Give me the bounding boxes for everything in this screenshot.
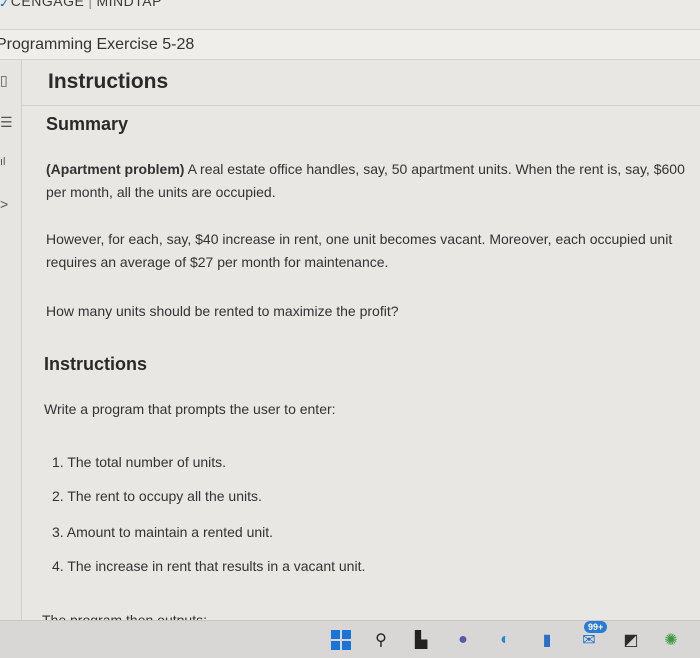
app-icon[interactable]: ◩ <box>620 629 642 651</box>
summary-paragraph-3: How many units should be rented to maxim… <box>46 303 399 319</box>
edge-icon[interactable]: ◐ <box>494 629 516 651</box>
brand-separator: | <box>88 0 93 9</box>
file-explorer-icon[interactable]: ▙ <box>410 629 432 651</box>
brand-logo: .⁄ CENGAGE | MINDTAP <box>0 0 162 9</box>
summary-heading: Summary <box>46 114 129 134</box>
instructions-title: Instructions <box>48 70 169 93</box>
store-icon[interactable]: ▮ <box>536 629 558 651</box>
cengage-logo-icon: .⁄ <box>0 0 7 9</box>
list-item: 1. The total number of units. <box>52 454 227 470</box>
top-brand-bar: .⁄ CENGAGE | MINDTAP <box>0 0 700 30</box>
list-item: 2. The rent to occupy all the units. <box>52 488 262 504</box>
terminal-icon[interactable]: > <box>0 196 8 212</box>
teams-icon[interactable]: ● <box>452 629 474 651</box>
left-tool-rail: ▯ ☰ ıl > <box>0 60 22 658</box>
brand-right: MINDTAP <box>96 0 162 9</box>
browser-icon[interactable]: ✺ <box>660 629 682 651</box>
menu-icon[interactable]: ☰ <box>0 114 13 131</box>
notification-badge: 99+ <box>584 621 608 633</box>
search-icon[interactable]: ⚲ <box>370 629 392 651</box>
exercise-title: Programming Exercise 5-28 <box>0 36 195 53</box>
instructions-panel: Instructions Summary (Apartment problem)… <box>22 60 700 622</box>
chart-icon[interactable]: ıl <box>0 156 6 168</box>
instructions-intro: Write a program that prompts the user to… <box>44 401 336 417</box>
panel-toggle-icon[interactable]: ▯ <box>0 72 8 89</box>
brand-left: CENGAGE <box>10 0 85 9</box>
list-item: 4. The increase in rent that results in … <box>52 558 366 574</box>
exercise-title-bar: Programming Exercise 5-28 <box>0 30 700 60</box>
windows-taskbar: ⚲ ▙ ● ◐ ▮ ✉ 99+ ◩ ✺ <box>0 620 700 658</box>
list-item: 3. Amount to maintain a rented unit. <box>52 524 274 540</box>
instructions-header: Instructions <box>22 60 700 106</box>
windows-start-icon[interactable] <box>330 629 352 651</box>
problem-name: (Apartment problem) <box>46 161 185 177</box>
summary-paragraph-1: (Apartment problem) A real estate office… <box>46 158 696 204</box>
summary-paragraph-2: However, for each, say, $40 increase in … <box>46 231 673 270</box>
instructions-subheading: Instructions <box>44 354 148 374</box>
